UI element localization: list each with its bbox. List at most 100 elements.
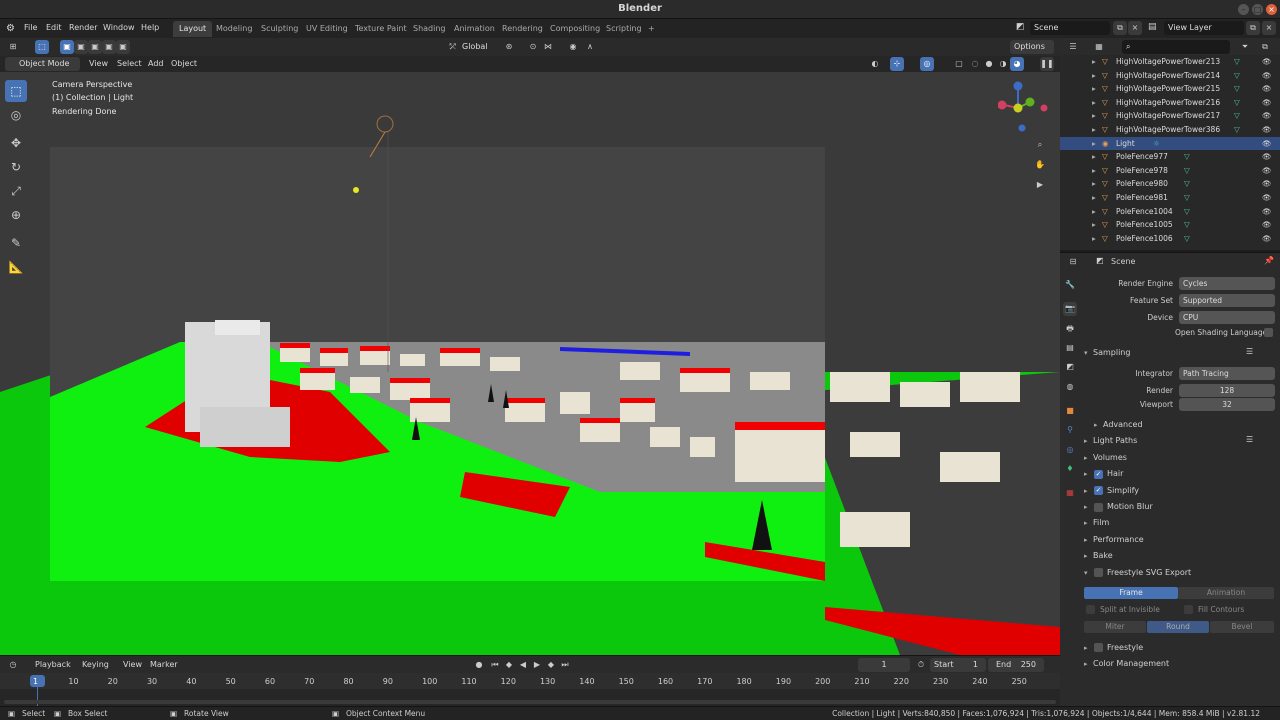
bake-expand-icon[interactable]: ▸ <box>1084 552 1088 560</box>
render-samples-field[interactable]: 128 <box>1179 384 1275 397</box>
expand-arrow-icon[interactable]: ▸ <box>1092 150 1096 164</box>
visibility-eye-icon[interactable]: 👁 <box>1262 96 1272 110</box>
tab-shading[interactable]: Shading <box>407 21 452 37</box>
integrator-dropdown[interactable]: Path Tracing <box>1179 367 1275 380</box>
visibility-eye-icon[interactable]: 👁 <box>1262 177 1272 191</box>
zoom-icon[interactable]: ⌕ <box>1033 138 1047 152</box>
minimize-icon[interactable]: – <box>1238 4 1249 15</box>
outliner-row[interactable]: ▸ ▽ ▽ PoleFence981 👁 <box>1060 191 1280 205</box>
volumes-panel-header[interactable]: Volumes <box>1093 453 1127 462</box>
expand-arrow-icon[interactable]: ▸ <box>1092 55 1096 69</box>
visibility-eye-icon[interactable]: 👁 <box>1262 218 1272 232</box>
hair-expand-icon[interactable]: ▸ <box>1084 470 1088 478</box>
end-frame-field[interactable]: End 250 <box>988 658 1044 672</box>
tab-sculpting[interactable]: Sculpting <box>255 21 304 37</box>
menu-keying[interactable]: Keying <box>82 660 109 669</box>
close-icon[interactable]: × <box>1266 4 1277 15</box>
physics-tab-icon[interactable]: ◎ <box>1063 443 1077 457</box>
viewport-samples-field[interactable]: 32 <box>1179 398 1275 411</box>
visibility-eye-icon[interactable]: 👁 <box>1262 232 1272 246</box>
material-shading-icon[interactable]: ◑ <box>996 57 1010 71</box>
advanced-expand-icon[interactable]: ▸ <box>1094 421 1098 429</box>
menu-playback[interactable]: Playback <box>35 660 71 669</box>
tab-uv-editing[interactable]: UV Editing <box>300 21 354 37</box>
select-mode-icon[interactable]: ⬚ <box>35 40 49 54</box>
select-invert-icon[interactable]: ▣ <box>102 40 116 54</box>
jump-start-icon[interactable]: ⏮ <box>488 658 502 672</box>
select-tool-icon[interactable]: ⬚ <box>5 80 27 102</box>
outliner-editor-icon[interactable]: ☰ <box>1066 40 1080 54</box>
record-icon[interactable]: ● <box>472 658 486 672</box>
expand-arrow-icon[interactable]: ▸ <box>1092 232 1096 246</box>
volumes-expand-icon[interactable]: ▸ <box>1084 454 1088 462</box>
output-tab-icon[interactable]: 🖶 <box>1063 322 1077 336</box>
tab-scripting[interactable]: Scripting <box>600 21 648 37</box>
scene-selector[interactable]: Scene <box>1030 21 1110 35</box>
start-frame-field[interactable]: Start 1 <box>930 658 986 672</box>
menu-window[interactable]: Window <box>103 23 135 32</box>
bake-panel-header[interactable]: Bake <box>1093 551 1113 560</box>
measure-tool-icon[interactable]: 📐 <box>5 256 27 278</box>
3d-viewport[interactable]: Camera Perspective (1) Collection | Ligh… <box>0 72 1060 655</box>
fill-contours-checkbox[interactable] <box>1184 605 1193 614</box>
simplify-expand-icon[interactable]: ▸ <box>1084 487 1088 495</box>
proportional-edit-icon[interactable]: ◉ <box>566 40 580 54</box>
outliner-row[interactable]: ▸ ▽ ▽ HighVoltagePowerTower386 👁 <box>1060 123 1280 137</box>
new-scene-icon[interactable]: ⧉ <box>1113 21 1127 35</box>
visibility-eye-icon[interactable]: 👁 <box>1262 191 1272 205</box>
options-dropdown[interactable]: Options <box>1010 40 1054 54</box>
performance-panel-header[interactable]: Performance <box>1093 535 1144 544</box>
outliner-row[interactable]: ▸ ◉ ☼ Light 👁 <box>1060 136 1280 151</box>
expand-arrow-icon[interactable]: ▸ <box>1092 69 1096 83</box>
move-tool-icon[interactable]: ✥ <box>5 132 27 154</box>
transform-orientation-select[interactable]: Global <box>458 40 496 54</box>
jump-end-icon[interactable]: ⏭ <box>558 658 572 672</box>
timeline-area[interactable]: 1 10 20 30 40 50 60 70 80 90 100 110 120 130 140 150 160… <box>0 673 1060 706</box>
blender-logo-icon[interactable]: ⚙ <box>6 23 15 34</box>
sampling-expand-icon[interactable]: ▾ <box>1084 349 1088 357</box>
frame-mode-button[interactable]: Frame <box>1084 587 1178 599</box>
object-mode-dropdown[interactable]: Object Mode <box>5 57 80 71</box>
menu-help[interactable]: Help <box>141 23 159 32</box>
view-layer-selector[interactable]: View Layer <box>1164 21 1244 35</box>
outliner-row[interactable]: ▸ ▽ ▽ PoleFence1006 👁 <box>1060 232 1280 246</box>
delete-view-layer-icon[interactable]: × <box>1262 21 1276 35</box>
freestyle-svg-expand-icon[interactable]: ▾ <box>1084 569 1088 577</box>
snap-target-icon[interactable]: ⋈ <box>541 40 555 54</box>
menu-add[interactable]: Add <box>148 59 164 68</box>
tab-modeling[interactable]: Modeling <box>210 21 258 37</box>
new-collection-icon[interactable]: ⧉ <box>1258 40 1272 54</box>
filter-icon[interactable]: ⏷ <box>1238 40 1252 54</box>
motion-blur-panel-header[interactable]: Motion Blur <box>1107 502 1153 511</box>
transform-tool-icon[interactable]: ⊕ <box>5 204 27 226</box>
next-keyframe-icon[interactable]: ◆ <box>544 658 558 672</box>
expand-arrow-icon[interactable]: ▸ <box>1092 205 1096 219</box>
expand-arrow-icon[interactable]: ▸ <box>1092 137 1096 151</box>
outliner-row[interactable]: ▸ ▽ ▽ PoleFence978 👁 <box>1060 164 1280 178</box>
wireframe-shading-icon[interactable]: ◌ <box>968 57 982 71</box>
view-layer-tab-icon[interactable]: ▤ <box>1063 341 1077 355</box>
select-new-icon[interactable]: ▣ <box>60 40 74 54</box>
pin-icon[interactable]: 📌 <box>1264 256 1274 265</box>
properties-editor-icon[interactable]: ⊟ <box>1066 255 1080 269</box>
light-paths-panel-header[interactable]: Light Paths <box>1093 436 1137 445</box>
xray-icon[interactable]: ▢ <box>952 57 966 71</box>
timeline-scrollbar[interactable] <box>4 700 1056 704</box>
display-mode-icon[interactable]: ▦ <box>1092 40 1106 54</box>
select-subtract-icon[interactable]: ▣ <box>88 40 102 54</box>
timeline-editor-icon[interactable]: ◷ <box>6 658 20 672</box>
pan-hand-icon[interactable]: ✋ <box>1033 158 1047 172</box>
simplify-panel-header[interactable]: Simplify <box>1107 486 1139 495</box>
tab-rendering[interactable]: Rendering <box>496 21 549 37</box>
miter-button[interactable]: Miter <box>1084 621 1146 633</box>
solid-shading-icon[interactable]: ● <box>982 57 996 71</box>
new-view-layer-icon[interactable]: ⧉ <box>1246 21 1260 35</box>
tab-compositing[interactable]: Compositing <box>544 21 606 37</box>
simplify-checkbox[interactable]: ✓ <box>1094 486 1103 495</box>
texture-tab-icon[interactable]: ▦ <box>1063 486 1077 500</box>
hair-panel-header[interactable]: Hair <box>1107 469 1123 478</box>
visibility-eye-icon[interactable]: 👁 <box>1262 109 1272 123</box>
menu-view[interactable]: View <box>89 59 108 68</box>
light-paths-expand-icon[interactable]: ▸ <box>1084 437 1088 445</box>
light-paths-list-icon[interactable]: ☰ <box>1246 435 1253 444</box>
